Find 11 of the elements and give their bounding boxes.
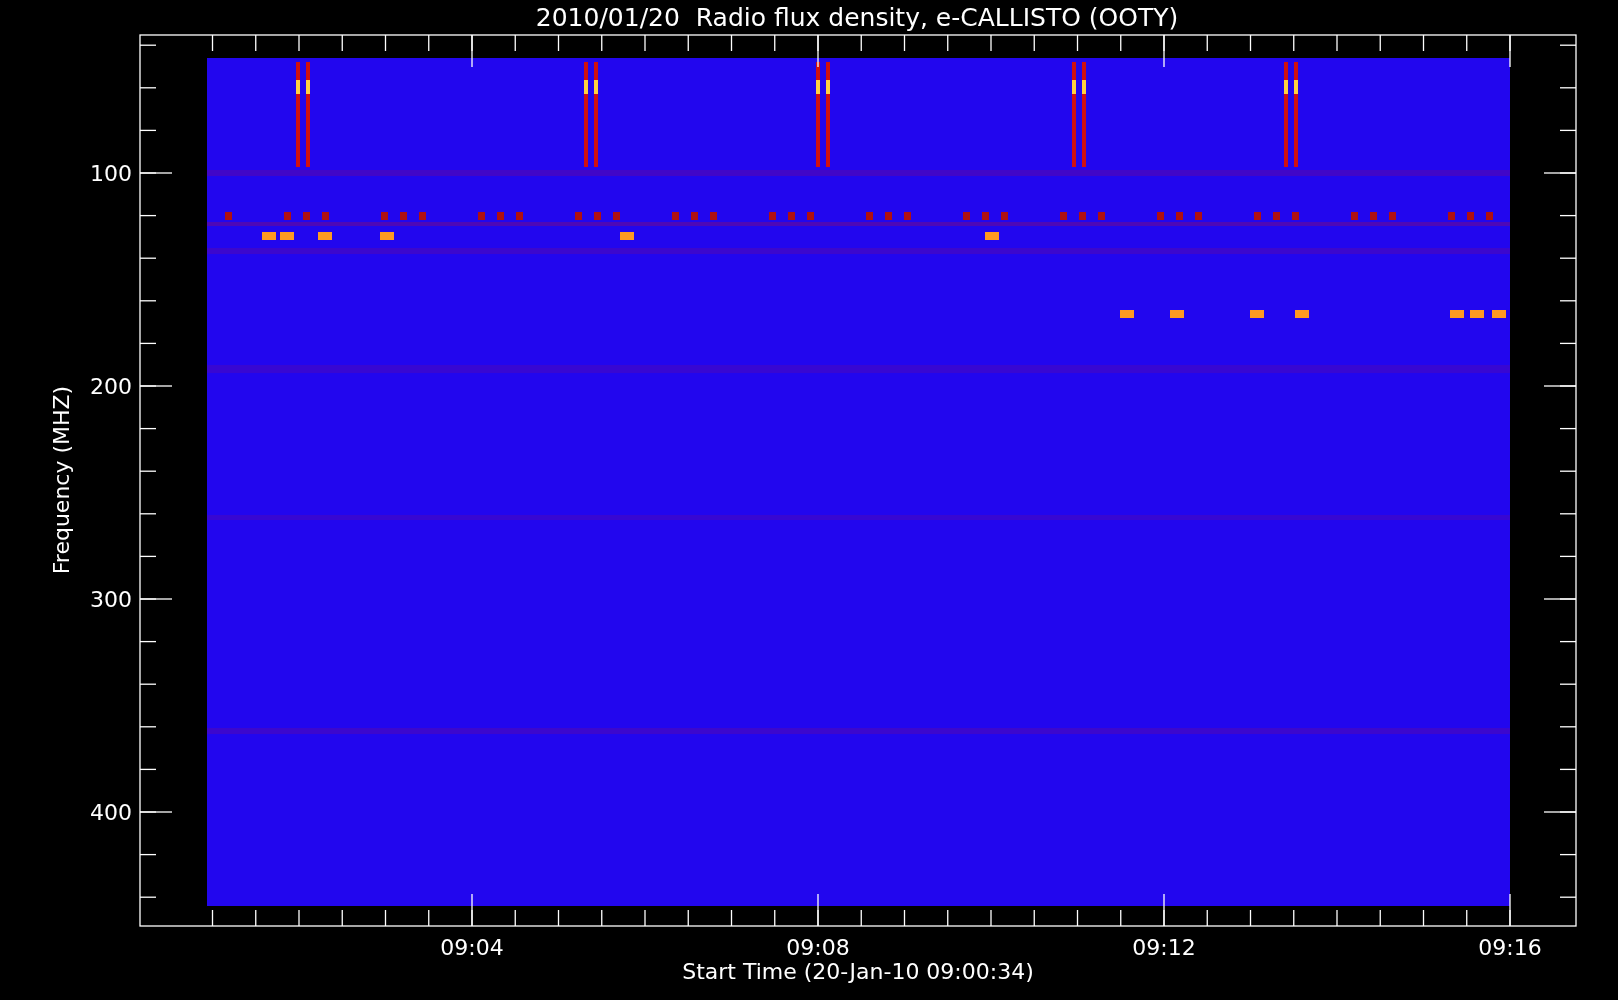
axis-tick-label: 300	[90, 587, 132, 612]
x-axis-title: Start Time (20-Jan-10 09:00:34)	[682, 959, 1034, 984]
y-axis-title: Frequency (MHZ)	[49, 385, 74, 575]
axis-tick-label: 09:08	[786, 935, 850, 960]
axis-tick-label: 400	[90, 800, 132, 825]
axis-tick-label: 09:12	[1132, 935, 1196, 960]
axis-tick-label: 200	[90, 374, 132, 399]
axis-tick-label: 100	[90, 161, 132, 186]
chart-title: 2010/01/20 Radio flux density, e-CALLISTO (OOTY)	[535, 3, 1179, 32]
axis-tick-label: 09:04	[440, 935, 504, 960]
axis-tick-label: 09:16	[1478, 935, 1542, 960]
